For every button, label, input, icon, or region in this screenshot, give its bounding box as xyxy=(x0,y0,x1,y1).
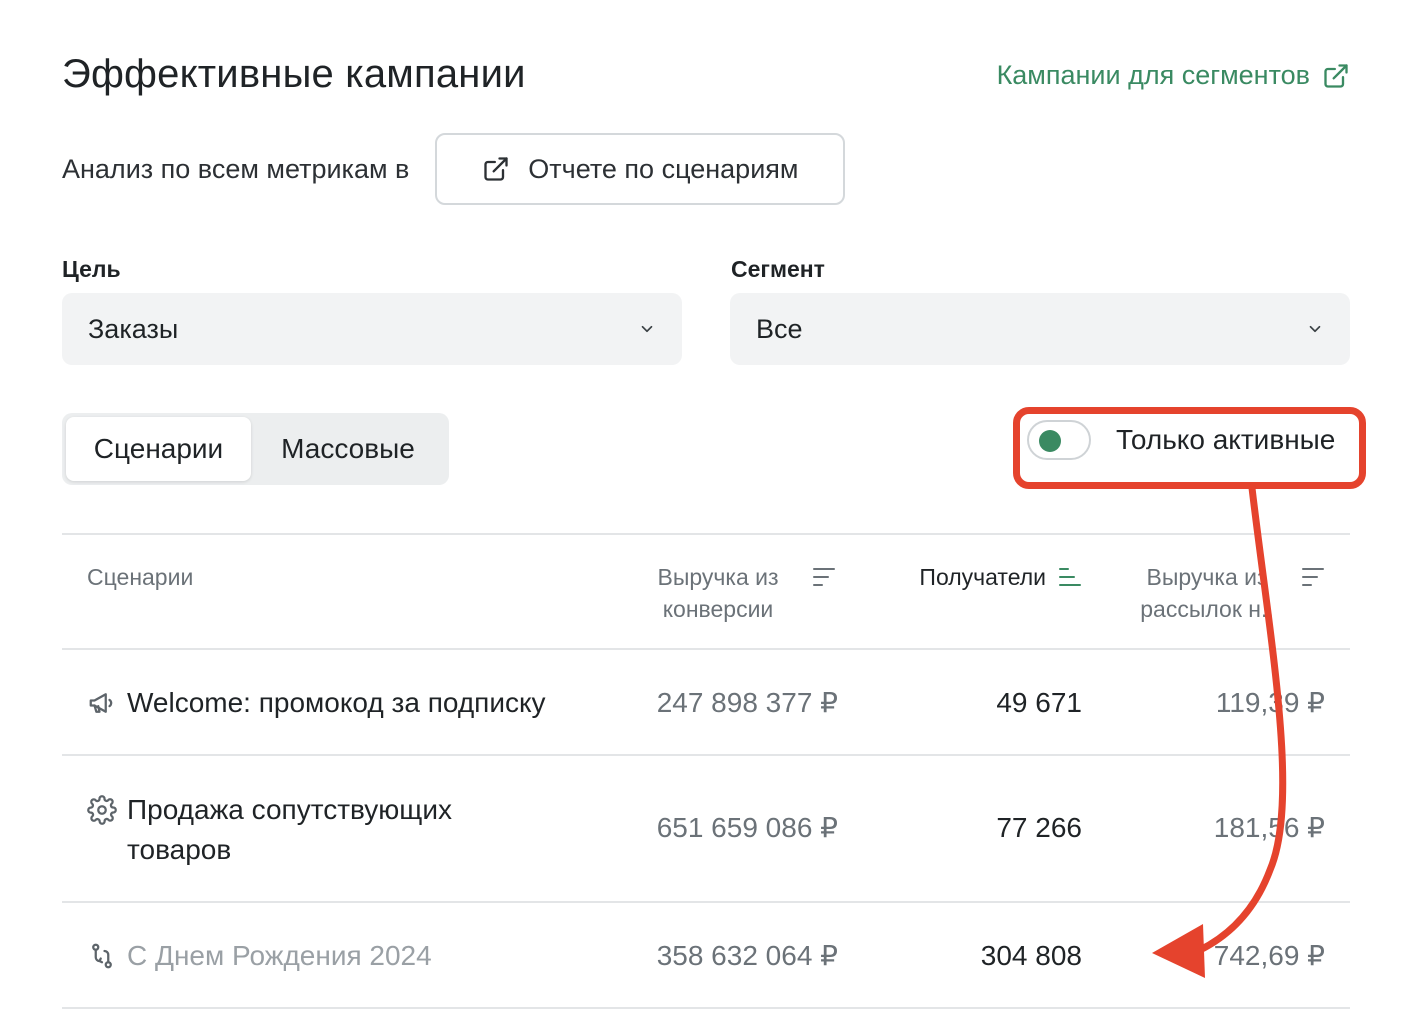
row-recipients: 49 671 xyxy=(996,687,1082,718)
column-header-revenue-label: Выручка из конверсии xyxy=(657,564,779,622)
row-name: С Днем Рождения 2024 xyxy=(87,936,432,976)
column-header-mail-revenue-label: Выручка из рассылок н.. xyxy=(1140,564,1274,622)
row-revenue: 358 632 064 ₽ xyxy=(656,940,838,971)
chevron-down-icon xyxy=(1309,325,1321,333)
table-row[interactable]: Welcome: промокод за подписку 247 898 37… xyxy=(62,650,1350,756)
table-header: Сценарии Выручка из конверсии Получатели… xyxy=(62,535,1350,648)
campaign-type-tabs: Сценарии Массовые xyxy=(62,413,449,485)
table-row[interactable]: Продажа сопутствующих товаров 651 659 08… xyxy=(62,756,1350,903)
column-header-scenarios: Сценарии xyxy=(87,564,194,590)
row-revenue: 651 659 086 ₽ xyxy=(656,812,838,843)
segments-campaigns-link[interactable]: Кампании для сегментов xyxy=(997,60,1350,91)
row-name-text: Продажа сопутствующих товаров xyxy=(127,794,452,865)
row-recipients: 304 808 xyxy=(980,940,1082,971)
table-row[interactable]: С Днем Рождения 2024 358 632 064 ₽ 304 8… xyxy=(62,903,1350,1009)
gear-icon xyxy=(87,795,117,825)
scenario-report-button[interactable]: Отчете по сценариям xyxy=(435,133,846,205)
sort-icon xyxy=(813,568,835,586)
toggle-knob xyxy=(1039,430,1061,452)
external-link-icon xyxy=(1324,63,1348,88)
sort-active-icon xyxy=(1059,568,1081,586)
column-header-mail-revenue[interactable]: Выручка из рассылок н.. xyxy=(1125,561,1325,625)
segment-label: Сегмент xyxy=(731,256,825,282)
column-header-revenue[interactable]: Выручка из конверсии xyxy=(636,561,836,625)
row-name-text: Welcome: промокод за подписку xyxy=(127,687,546,718)
row-recipients: 77 266 xyxy=(996,812,1082,843)
sort-icon xyxy=(1302,568,1324,586)
row-name: Продажа сопутствующих товаров xyxy=(87,790,507,870)
goal-select[interactable]: Заказы xyxy=(62,293,682,365)
chevron-down-icon xyxy=(641,325,653,333)
campaigns-table: Сценарии Выручка из конверсии Получатели… xyxy=(62,533,1350,1009)
row-revenue: 247 898 377 ₽ xyxy=(656,687,838,718)
analysis-row: Анализ по всем метрикам в Отчете по сцен… xyxy=(62,133,846,205)
segment-select[interactable]: Все xyxy=(730,293,1350,365)
megaphone-icon xyxy=(89,693,113,713)
report-button-label: Отчете по сценариям xyxy=(528,153,799,184)
workflow-icon xyxy=(92,943,112,969)
row-mail-revenue: 742,69 ₽ xyxy=(1213,940,1325,971)
row-name: Welcome: промокод за подписку xyxy=(87,683,546,723)
active-only-toggle[interactable] xyxy=(1027,420,1091,460)
segment-select-value: Все xyxy=(756,313,803,344)
external-link-icon xyxy=(484,157,508,181)
row-name-text: С Днем Рождения 2024 xyxy=(127,940,432,971)
analysis-text: Анализ по всем метрикам в xyxy=(62,153,410,184)
active-only-label: Только активные xyxy=(1116,424,1336,455)
goal-label: Цель xyxy=(62,256,121,282)
row-mail-revenue: 119,39 ₽ xyxy=(1215,687,1325,718)
segments-link-label: Кампании для сегментов xyxy=(996,60,1310,90)
column-header-recipients-label: Получатели xyxy=(919,564,1046,590)
active-only-toggle-wrap: Только активные xyxy=(1027,420,1335,460)
page-title: Эффективные кампании xyxy=(62,52,526,96)
tab-mass[interactable]: Массовые xyxy=(251,417,445,481)
goal-select-value: Заказы xyxy=(88,313,179,344)
tab-scenarios[interactable]: Сценарии xyxy=(66,417,251,481)
column-header-recipients[interactable]: Получатели xyxy=(919,561,1082,593)
row-mail-revenue: 181,56 ₽ xyxy=(1213,812,1325,843)
